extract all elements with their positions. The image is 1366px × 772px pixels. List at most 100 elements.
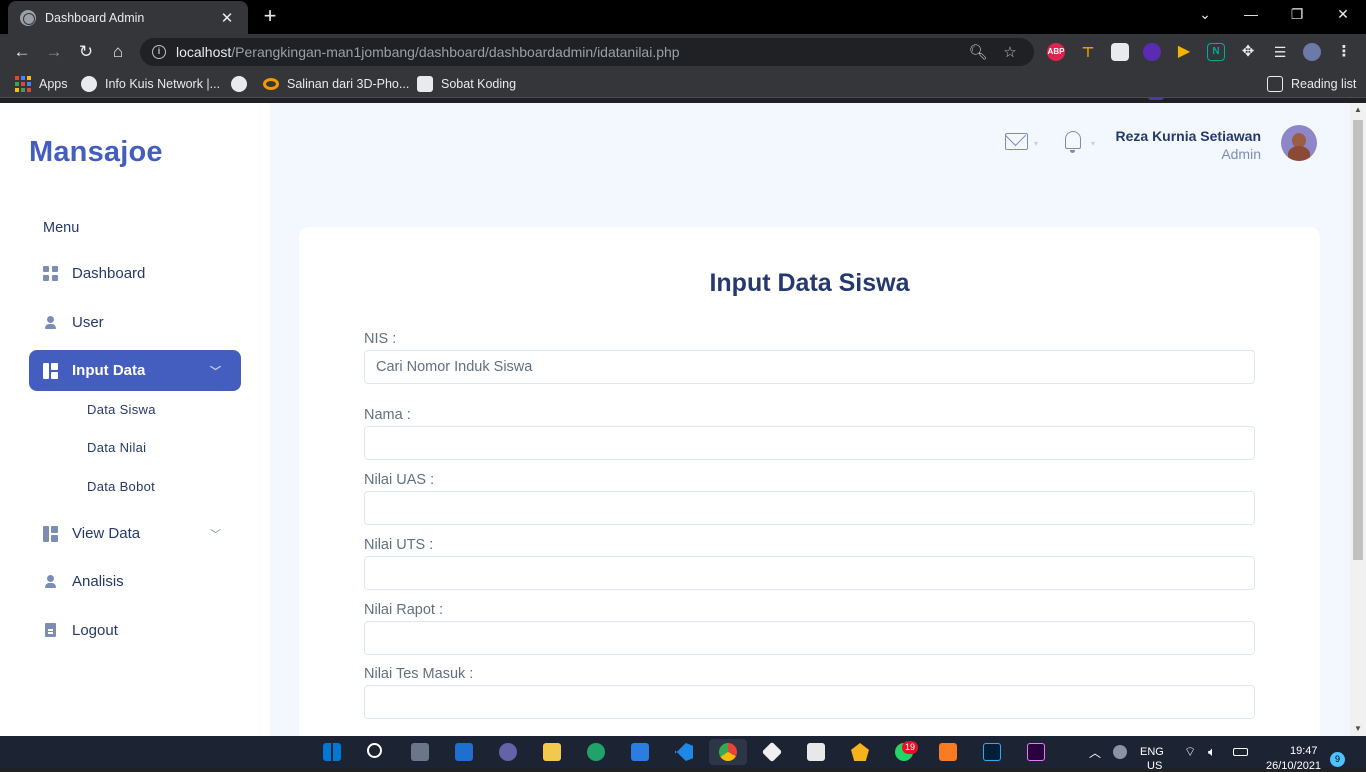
caret-down-icon: ▾: [1034, 139, 1039, 148]
media-control-icon[interactable]: ☰: [1271, 43, 1289, 61]
vscode-icon[interactable]: [675, 743, 693, 761]
bookmark-label: Salinan dari 3D-Pho...: [287, 77, 410, 91]
chevron-down-icon: ﹀: [210, 366, 221, 378]
sidebar-item-dashboard[interactable]: Dashboard: [29, 253, 241, 294]
scrollbar-thumb[interactable]: [1353, 120, 1363, 560]
task-view-icon[interactable]: [411, 743, 429, 761]
page-scrollbar[interactable]: ▲ ▼: [1350, 103, 1366, 736]
sidebar-item-label: View Data: [72, 525, 141, 542]
home-button[interactable]: ⌂: [106, 40, 130, 64]
sidebar-item-label: User: [72, 314, 104, 331]
clock-time[interactable]: 19:47: [1290, 745, 1318, 757]
url-host: localhost: [176, 44, 232, 60]
avatar[interactable]: [1281, 125, 1317, 161]
reading-list-button[interactable]: Reading list: [1267, 75, 1356, 93]
logo[interactable]: Mansajoe: [29, 136, 163, 169]
search-icon[interactable]: [367, 743, 382, 758]
windows-start-icon[interactable]: [323, 743, 341, 761]
nilai-rapot-label: Nilai Rapot :: [364, 602, 443, 618]
nilai-tes-masuk-input[interactable]: [364, 685, 1255, 719]
app-window-icon[interactable]: [807, 743, 825, 761]
extension-n-icon[interactable]: N: [1207, 43, 1225, 61]
scroll-down-arrow-icon[interactable]: ▼: [1350, 722, 1366, 736]
sidebar-item-view-data[interactable]: View Data ﹀: [29, 513, 241, 554]
bookmark-salinan[interactable]: Salinan dari 3D-Pho...: [263, 75, 409, 93]
forward-button[interactable]: →: [42, 40, 66, 64]
chevron-down-icon: ﹀: [210, 529, 221, 541]
zoom-icon[interactable]: 🔍︎: [966, 43, 990, 61]
nama-label: Nama :: [364, 407, 411, 423]
menu-title: Menu: [43, 220, 80, 236]
bell-icon[interactable]: [1065, 131, 1081, 153]
reload-button[interactable]: ↻: [74, 40, 98, 64]
extension-counter-icon[interactable]: [1143, 43, 1161, 61]
nis-input[interactable]: [364, 350, 1255, 384]
browser-tab[interactable]: Dashboard Admin ✕: [8, 1, 248, 34]
bookmark-label: Apps: [39, 77, 68, 91]
photoshop-icon[interactable]: [983, 743, 1001, 761]
extension-play-icon[interactable]: ▶: [1175, 43, 1193, 61]
extension-pin-icon[interactable]: ⊤: [1079, 43, 1097, 61]
nilai-uas-input[interactable]: [364, 491, 1255, 525]
bookmarks-bar: Apps Info Kuis Network |... Salinan dari…: [0, 70, 1366, 98]
wifi-icon[interactable]: ⌔: [1184, 744, 1196, 760]
profile-avatar-icon[interactable]: [1303, 43, 1321, 61]
premiere-icon[interactable]: [1027, 743, 1045, 761]
browser-menu-icon[interactable]: ⋮: [1335, 43, 1353, 61]
sidebar-item-logout[interactable]: Logout: [29, 610, 241, 651]
user-name: Reza Kurnia Setiawan: [1115, 128, 1262, 144]
back-button[interactable]: ←: [10, 40, 34, 64]
edge-browser-icon[interactable]: [587, 743, 605, 761]
nama-input[interactable]: [364, 426, 1255, 460]
minimize-button[interactable]: —: [1239, 4, 1263, 24]
teams-chat-icon[interactable]: [499, 743, 517, 761]
nilai-rapot-input[interactable]: [364, 621, 1255, 655]
extensions-puzzle-icon[interactable]: ✥: [1239, 43, 1257, 61]
battery-icon[interactable]: [1233, 748, 1248, 756]
notification-count-badge[interactable]: 9: [1330, 752, 1345, 767]
address-bar[interactable]: i localhost/Perangkingan-man1jombang/das…: [140, 38, 1034, 66]
bookmark-apps[interactable]: Apps: [15, 75, 68, 93]
language-sub: US: [1147, 760, 1163, 772]
network-drive-icon[interactable]: [1113, 745, 1127, 759]
sidebar-item-analisis[interactable]: Analisis: [29, 561, 241, 602]
language-label: ENG: [1140, 746, 1164, 758]
close-tab-icon[interactable]: ✕: [218, 9, 236, 27]
submenu-data-nilai[interactable]: Data Nilai: [87, 440, 146, 455]
bookmark-sobat-koding[interactable]: Sobat Koding: [417, 75, 516, 93]
adblock-icon[interactable]: ABP: [1047, 43, 1065, 61]
xampp-icon[interactable]: [939, 743, 957, 761]
scroll-up-arrow-icon[interactable]: ▲: [1350, 103, 1366, 117]
extension-note-icon[interactable]: [1111, 43, 1129, 61]
bookmark-info-kuis[interactable]: Info Kuis Network |...: [81, 75, 220, 93]
submenu-data-siswa[interactable]: Data Siswa: [87, 402, 156, 417]
bookmark-globe[interactable]: [231, 75, 255, 93]
envelope-icon[interactable]: [1005, 133, 1028, 150]
tab-strip: Dashboard Admin ✕ + ⌄ — ❐ ✕: [0, 0, 1366, 34]
site-info-icon[interactable]: i: [152, 45, 166, 59]
sidebar-item-user[interactable]: User: [29, 302, 241, 343]
new-tab-button[interactable]: +: [258, 4, 282, 28]
widgets-icon[interactable]: [455, 743, 473, 761]
tray-overflow-chevron-icon[interactable]: ︿: [1089, 744, 1101, 761]
clock-date[interactable]: 26/10/2021: [1266, 760, 1321, 772]
chevron-down-icon[interactable]: ⌄: [1193, 4, 1217, 24]
sidebar-item-input-data[interactable]: Input Data ﹀: [29, 350, 241, 391]
pentagon-app-icon[interactable]: [851, 743, 869, 761]
language-indicator[interactable]: ENG: [1140, 746, 1164, 758]
submenu-data-bobot[interactable]: Data Bobot: [87, 479, 155, 494]
volume-icon[interactable]: 🔈︎: [1208, 744, 1216, 760]
nilai-uts-input[interactable]: [364, 556, 1255, 590]
chrome-icon[interactable]: [719, 743, 737, 761]
maximize-button[interactable]: ❐: [1285, 4, 1309, 24]
user-role: Admin: [1221, 146, 1261, 162]
close-window-button[interactable]: ✕: [1331, 4, 1355, 24]
git-icon[interactable]: [761, 741, 783, 763]
microsoft-store-icon[interactable]: [631, 743, 649, 761]
file-explorer-icon[interactable]: [543, 743, 561, 761]
sidebar-item-label: Logout: [72, 622, 118, 639]
whatsapp-badge: 19: [902, 741, 919, 754]
nilai-uts-label: Nilai UTS :: [364, 537, 434, 553]
bookmark-star-icon[interactable]: ☆: [998, 43, 1022, 61]
sidebar-item-label: Input Data: [72, 362, 146, 379]
